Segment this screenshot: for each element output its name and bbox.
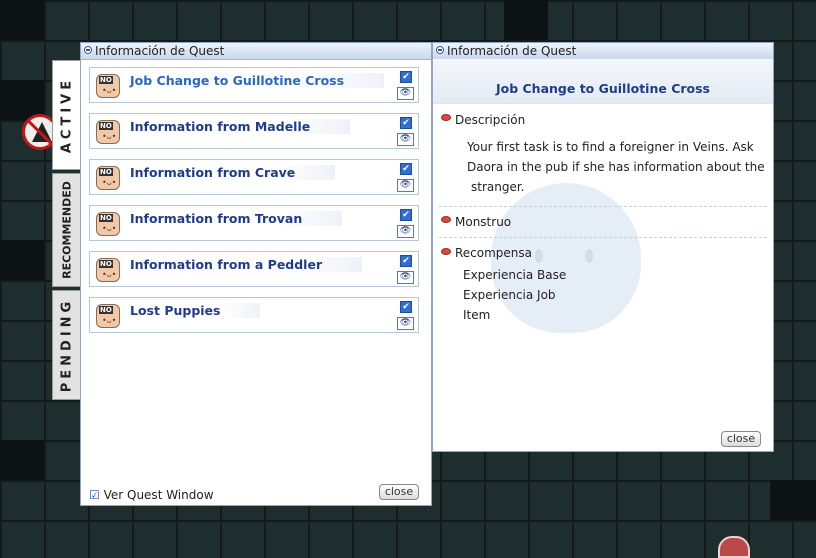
close-button[interactable]: close bbox=[721, 431, 761, 447]
close-button[interactable]: close bbox=[379, 484, 419, 500]
quest-list-titlebar[interactable]: Información de Quest bbox=[81, 43, 431, 60]
quest-list-item[interactable]: NO •ᴗ• Information from a Peddler ✔ 👁 bbox=[89, 251, 419, 287]
npc-face-icon: NO •ᴗ• bbox=[96, 304, 120, 328]
monster-label: Monstruo bbox=[455, 215, 512, 229]
ver-quest-window-toggle[interactable]: ☑ Ver Quest Window bbox=[89, 488, 214, 502]
divider bbox=[439, 237, 767, 238]
quest-list-item[interactable]: NO •ᴗ• Information from Trovan ✔ 👁 bbox=[89, 205, 419, 241]
eye-icon[interactable]: 👁 bbox=[397, 87, 414, 100]
reward-bullet-icon bbox=[441, 248, 451, 255]
divider bbox=[439, 206, 767, 207]
tab-pending[interactable]: PENDING bbox=[52, 290, 80, 400]
quest-list-item[interactable]: NO •ᴗ• Job Change to Guillotine Cross ✔ 👁 bbox=[89, 67, 419, 103]
npc-face-icon: NO •ᴗ• bbox=[96, 74, 120, 98]
npc-face: •ᴗ• bbox=[102, 178, 117, 187]
description-text: Your first task is to find a foreigner i… bbox=[467, 137, 765, 197]
npc-badge: NO bbox=[99, 260, 113, 268]
description-label: Descripción bbox=[455, 113, 526, 127]
npc-badge: NO bbox=[99, 168, 113, 176]
quest-list-item[interactable]: NO •ᴗ• Information from Crave ✔ 👁 bbox=[89, 159, 419, 195]
tab-recommended-label: RECOMMENDED bbox=[60, 181, 73, 279]
npc-face-icon: NO •ᴗ• bbox=[96, 166, 120, 190]
tab-pending-label: PENDING bbox=[59, 297, 74, 393]
description-line: Daora in the pub if she has information … bbox=[467, 160, 765, 174]
npc-face-icon: NO •ᴗ• bbox=[96, 258, 120, 282]
quest-title: Information from Madelle bbox=[130, 119, 351, 134]
tab-active[interactable]: ACTIVE bbox=[52, 60, 80, 170]
reward-item: Experiencia Base bbox=[463, 268, 567, 282]
tab-recommended[interactable]: RECOMMENDED bbox=[52, 173, 80, 287]
check-icon[interactable]: ✔ bbox=[400, 209, 412, 221]
description-line: stranger. bbox=[471, 180, 525, 194]
quest-title: Lost Puppies bbox=[130, 303, 261, 318]
quest-title: Information from Trovan bbox=[130, 211, 343, 226]
eye-icon[interactable]: 👁 bbox=[397, 179, 414, 192]
quest-detail-title: Información de Quest bbox=[447, 44, 577, 58]
window-info-icon bbox=[436, 46, 444, 54]
check-icon[interactable]: ✔ bbox=[400, 117, 412, 129]
check-icon[interactable]: ✔ bbox=[400, 71, 412, 83]
background-tile bbox=[0, 440, 44, 480]
check-icon[interactable]: ✔ bbox=[400, 163, 412, 175]
npc-badge: NO bbox=[99, 76, 113, 84]
npc-face: •ᴗ• bbox=[102, 224, 117, 233]
npc-face: •ᴗ• bbox=[102, 270, 117, 279]
eye-icon[interactable]: 👁 bbox=[397, 317, 414, 330]
quest-list-item[interactable]: NO •ᴗ• Information from Madelle ✔ 👁 bbox=[89, 113, 419, 149]
tab-active-label: ACTIVE bbox=[59, 76, 74, 154]
quest-list-item[interactable]: NO •ᴗ• Lost Puppies ✔ 👁 bbox=[89, 297, 419, 333]
npc-badge: NO bbox=[99, 214, 113, 222]
quest-title: Job Change to Guillotine Cross bbox=[130, 73, 385, 88]
monster-bullet-icon bbox=[441, 216, 451, 223]
quest-title: Information from a Peddler bbox=[130, 257, 363, 272]
npc-face: •ᴗ• bbox=[102, 316, 117, 325]
checkbox-icon[interactable]: ☑ bbox=[89, 488, 100, 502]
window-info-icon bbox=[84, 46, 92, 54]
quest-title: Information from Crave bbox=[130, 165, 336, 180]
quest-list-window: Información de Quest NO •ᴗ• Job Change to … bbox=[80, 42, 432, 506]
background-tile bbox=[770, 480, 816, 520]
monster-sprite[interactable] bbox=[718, 536, 750, 558]
check-icon[interactable]: ✔ bbox=[400, 301, 412, 313]
npc-face-icon: NO •ᴗ• bbox=[96, 212, 120, 236]
description-line: Your first task is to find a foreigner i… bbox=[467, 140, 754, 154]
description-bullet-icon bbox=[441, 114, 451, 121]
eye-icon[interactable]: 👁 bbox=[397, 133, 414, 146]
reward-label: Recompensa bbox=[455, 246, 533, 260]
ver-quest-window-label: Ver Quest Window bbox=[103, 488, 214, 502]
quest-detail-window: Información de Quest Job Change to Guill… bbox=[432, 42, 774, 452]
reward-item: Experiencia Job bbox=[463, 288, 556, 302]
npc-badge: NO bbox=[99, 306, 113, 314]
background-tile bbox=[0, 0, 44, 40]
eye-icon[interactable]: 👁 bbox=[397, 271, 414, 284]
quest-list-title: Información de Quest bbox=[95, 44, 225, 58]
quest-detail-name: Job Change to Guillotine Cross bbox=[495, 81, 711, 96]
npc-badge: NO bbox=[99, 122, 113, 130]
npc-face: •ᴗ• bbox=[102, 86, 117, 95]
npc-face-icon: NO •ᴗ• bbox=[96, 120, 120, 144]
quest-detail-titlebar[interactable]: Información de Quest bbox=[433, 43, 773, 60]
eye-icon[interactable]: 👁 bbox=[397, 225, 414, 238]
check-icon[interactable]: ✔ bbox=[400, 255, 412, 267]
background-tile bbox=[504, 0, 548, 40]
npc-face: •ᴗ• bbox=[102, 132, 117, 141]
reward-item: Item bbox=[463, 308, 491, 322]
background-tile bbox=[0, 240, 44, 280]
